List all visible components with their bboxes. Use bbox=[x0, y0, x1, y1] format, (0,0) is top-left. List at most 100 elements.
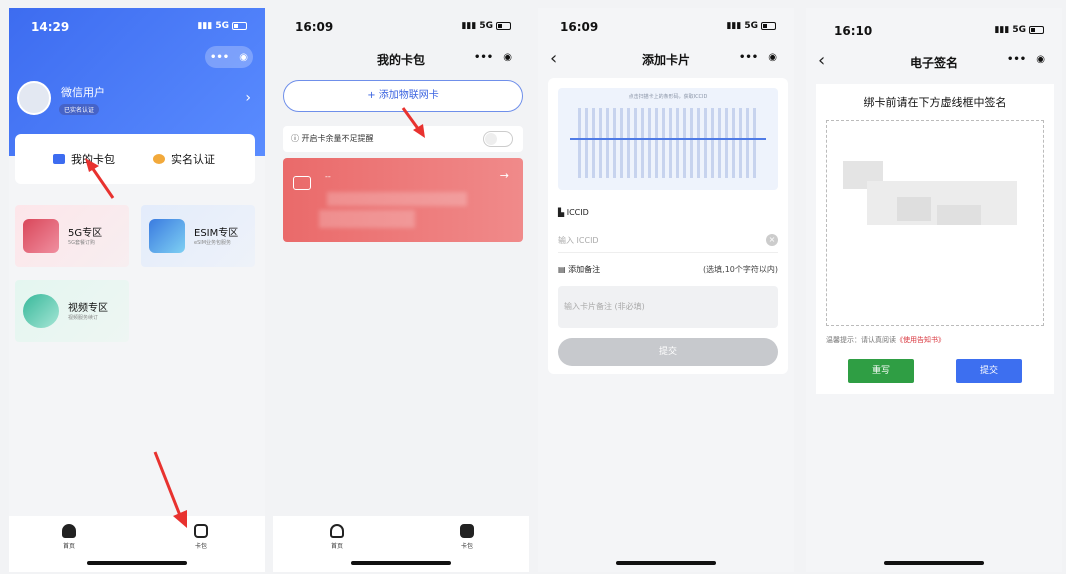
arrow-right-icon[interactable]: → bbox=[500, 169, 509, 182]
zone-title: 5G专区 bbox=[68, 228, 103, 239]
verified-badge: 已实名认证 bbox=[59, 104, 100, 115]
network-type: 5G bbox=[744, 21, 758, 31]
signal-icon: ▮▮▮ bbox=[726, 21, 742, 31]
add-iot-card-button[interactable]: + 添加物联网卡 bbox=[283, 80, 523, 112]
status-bar: 16:10 ▮▮▮ 5G bbox=[806, 18, 1062, 38]
iccid-label-text: ICCID bbox=[566, 208, 589, 217]
notice-link[interactable]: 《使用告知书》 bbox=[896, 336, 945, 344]
home-indicator bbox=[351, 561, 451, 565]
redacted-signature bbox=[937, 205, 981, 225]
mini-program-capsule[interactable]: ••• ◉ bbox=[469, 46, 517, 68]
status-bar: 16:09 ▮▮▮ 5G bbox=[273, 18, 529, 38]
submit-button[interactable]: 提交 bbox=[558, 338, 778, 366]
wallet-icon bbox=[194, 524, 208, 538]
network-type: 5G bbox=[479, 21, 493, 31]
remark-input[interactable]: 输入卡片备注 (非必填) bbox=[558, 286, 778, 328]
more-icon[interactable]: ••• bbox=[210, 52, 229, 63]
zone-esim[interactable]: ESIM专区 eSIM业务包服务 bbox=[141, 205, 255, 267]
tab-label: 首页 bbox=[330, 543, 343, 550]
add-card-form: 点击扫描卡上的条形码，获取ICCID ▙ ICCID 输入 ICCID × ▤ … bbox=[548, 78, 788, 374]
battery-icon bbox=[1029, 26, 1044, 34]
sim-chip-icon bbox=[293, 176, 311, 190]
chevron-right-icon[interactable]: › bbox=[245, 90, 251, 106]
close-target-icon[interactable]: ◉ bbox=[239, 52, 248, 63]
home-indicator bbox=[616, 561, 716, 565]
card-wallet-screen: 16:09 ▮▮▮ 5G 我的卡包 ••• ◉ + 添加物联网卡 ⓘ 开启卡余量… bbox=[273, 8, 529, 572]
signal-icon: ▮▮▮ bbox=[994, 25, 1010, 35]
signal-indicator: ▮▮▮ 5G bbox=[994, 25, 1044, 35]
zone-subtitle: eSIM业务包服务 bbox=[194, 240, 232, 246]
note-icon: ▤ bbox=[558, 265, 569, 274]
signature-panel: 绑卡前请在下方虚线框中签名 温馨提示：请认真阅读《使用告知书》 重写 提交 bbox=[816, 84, 1054, 394]
remark-label-text: 添加备注 bbox=[568, 265, 601, 274]
status-time: 14:29 bbox=[31, 20, 70, 34]
redacted-text bbox=[319, 210, 415, 228]
status-bar: 16:09 ▮▮▮ 5G bbox=[538, 18, 794, 38]
rewrite-button[interactable]: 重写 bbox=[848, 359, 914, 383]
iot-card[interactable]: -- → bbox=[283, 158, 523, 242]
scan-line bbox=[570, 138, 766, 140]
avatar[interactable] bbox=[17, 81, 51, 115]
close-target-icon[interactable]: ◉ bbox=[503, 52, 512, 63]
tip-text: 温馨提示：请认真阅读 bbox=[826, 336, 896, 344]
quick-menu: 我的卡包 实名认证 bbox=[15, 134, 255, 184]
signal-indicator: ▮▮▮ 5G bbox=[726, 21, 776, 31]
card-number: -- bbox=[325, 172, 331, 181]
redacted-signature bbox=[897, 197, 931, 221]
zone-title: 视频专区 bbox=[68, 303, 108, 314]
wallet-icon bbox=[460, 524, 474, 538]
user-name: 微信用户 bbox=[61, 86, 105, 99]
tab-home[interactable]: 首页 bbox=[49, 524, 89, 550]
info-icon: ⓘ bbox=[291, 134, 302, 143]
more-icon[interactable]: ••• bbox=[739, 52, 758, 63]
tab-label: 卡包 bbox=[194, 543, 207, 550]
5g-icon bbox=[23, 219, 59, 253]
reminder-toggle[interactable] bbox=[483, 131, 513, 147]
signal-indicator: ▮▮▮ 5G bbox=[461, 21, 511, 31]
close-target-icon[interactable]: ◉ bbox=[768, 52, 777, 63]
home-icon bbox=[62, 524, 76, 538]
tab-home[interactable]: 首页 bbox=[317, 524, 357, 550]
menu-label: 实名认证 bbox=[171, 153, 215, 166]
menu-label: 我的卡包 bbox=[71, 153, 115, 166]
card-icon: ▙ bbox=[558, 208, 567, 217]
video-camera-icon bbox=[23, 294, 59, 328]
signature-instruction: 绑卡前请在下方虚线框中签名 bbox=[863, 96, 1007, 109]
e-signature-screen: 16:10 ▮▮▮ 5G ‹ 电子签名 ••• ◉ 绑卡前请在下方虚线框中签名 … bbox=[806, 8, 1062, 572]
menu-real-name-auth[interactable]: 实名认证 bbox=[153, 151, 215, 167]
status-bar: 14:29 ▮▮▮ 5G bbox=[9, 18, 265, 38]
clear-icon[interactable]: × bbox=[766, 234, 778, 246]
close-target-icon[interactable]: ◉ bbox=[1036, 54, 1045, 65]
remark-hint: (选填,10个字符以内) bbox=[703, 265, 778, 274]
tab-card-wallet[interactable]: 卡包 bbox=[181, 524, 221, 550]
esim-icon bbox=[149, 219, 185, 253]
barcode-icon bbox=[578, 108, 758, 178]
signal-icon: ▮▮▮ bbox=[461, 21, 477, 31]
zone-5g[interactable]: 5G专区 5G套餐订购 bbox=[15, 205, 129, 267]
tab-label: 首页 bbox=[62, 543, 75, 550]
zone-subtitle: 5G套餐订购 bbox=[68, 240, 96, 246]
menu-my-card-wallet[interactable]: 我的卡包 bbox=[53, 151, 115, 167]
submit-button[interactable]: 提交 bbox=[956, 359, 1022, 383]
battery-icon bbox=[761, 22, 776, 30]
status-time: 16:09 bbox=[560, 20, 599, 34]
battery-icon bbox=[232, 22, 247, 30]
zone-video[interactable]: 视频专区 视频服务续订 bbox=[15, 280, 129, 342]
balance-reminder-row: ⓘ 开启卡余量不足提醒 bbox=[283, 126, 523, 152]
reminder-label: 开启卡余量不足提醒 bbox=[301, 134, 374, 143]
network-type: 5G bbox=[1012, 25, 1026, 35]
more-icon[interactable]: ••• bbox=[474, 52, 493, 63]
signature-canvas[interactable] bbox=[826, 120, 1044, 326]
network-type: 5G bbox=[215, 21, 229, 31]
mini-program-capsule[interactable]: ••• ◉ bbox=[205, 46, 253, 68]
iccid-input[interactable]: 输入 ICCID bbox=[558, 235, 778, 253]
mini-program-capsule[interactable]: ••• ◉ bbox=[1002, 48, 1050, 70]
scan-hint: 点击扫描卡上的条形码，获取ICCID bbox=[628, 94, 708, 100]
barcode-scan-area[interactable]: 点击扫描卡上的条形码，获取ICCID bbox=[558, 88, 778, 190]
redacted-text bbox=[327, 192, 467, 206]
tab-card-wallet[interactable]: 卡包 bbox=[447, 524, 487, 550]
more-icon[interactable]: ••• bbox=[1007, 54, 1026, 65]
tab-label: 卡包 bbox=[460, 543, 473, 550]
add-card-screen: 16:09 ▮▮▮ 5G ‹ 添加卡片 ••• ◉ 点击扫描卡上的条形码，获取I… bbox=[538, 8, 794, 572]
mini-program-capsule[interactable]: ••• ◉ bbox=[734, 46, 782, 68]
